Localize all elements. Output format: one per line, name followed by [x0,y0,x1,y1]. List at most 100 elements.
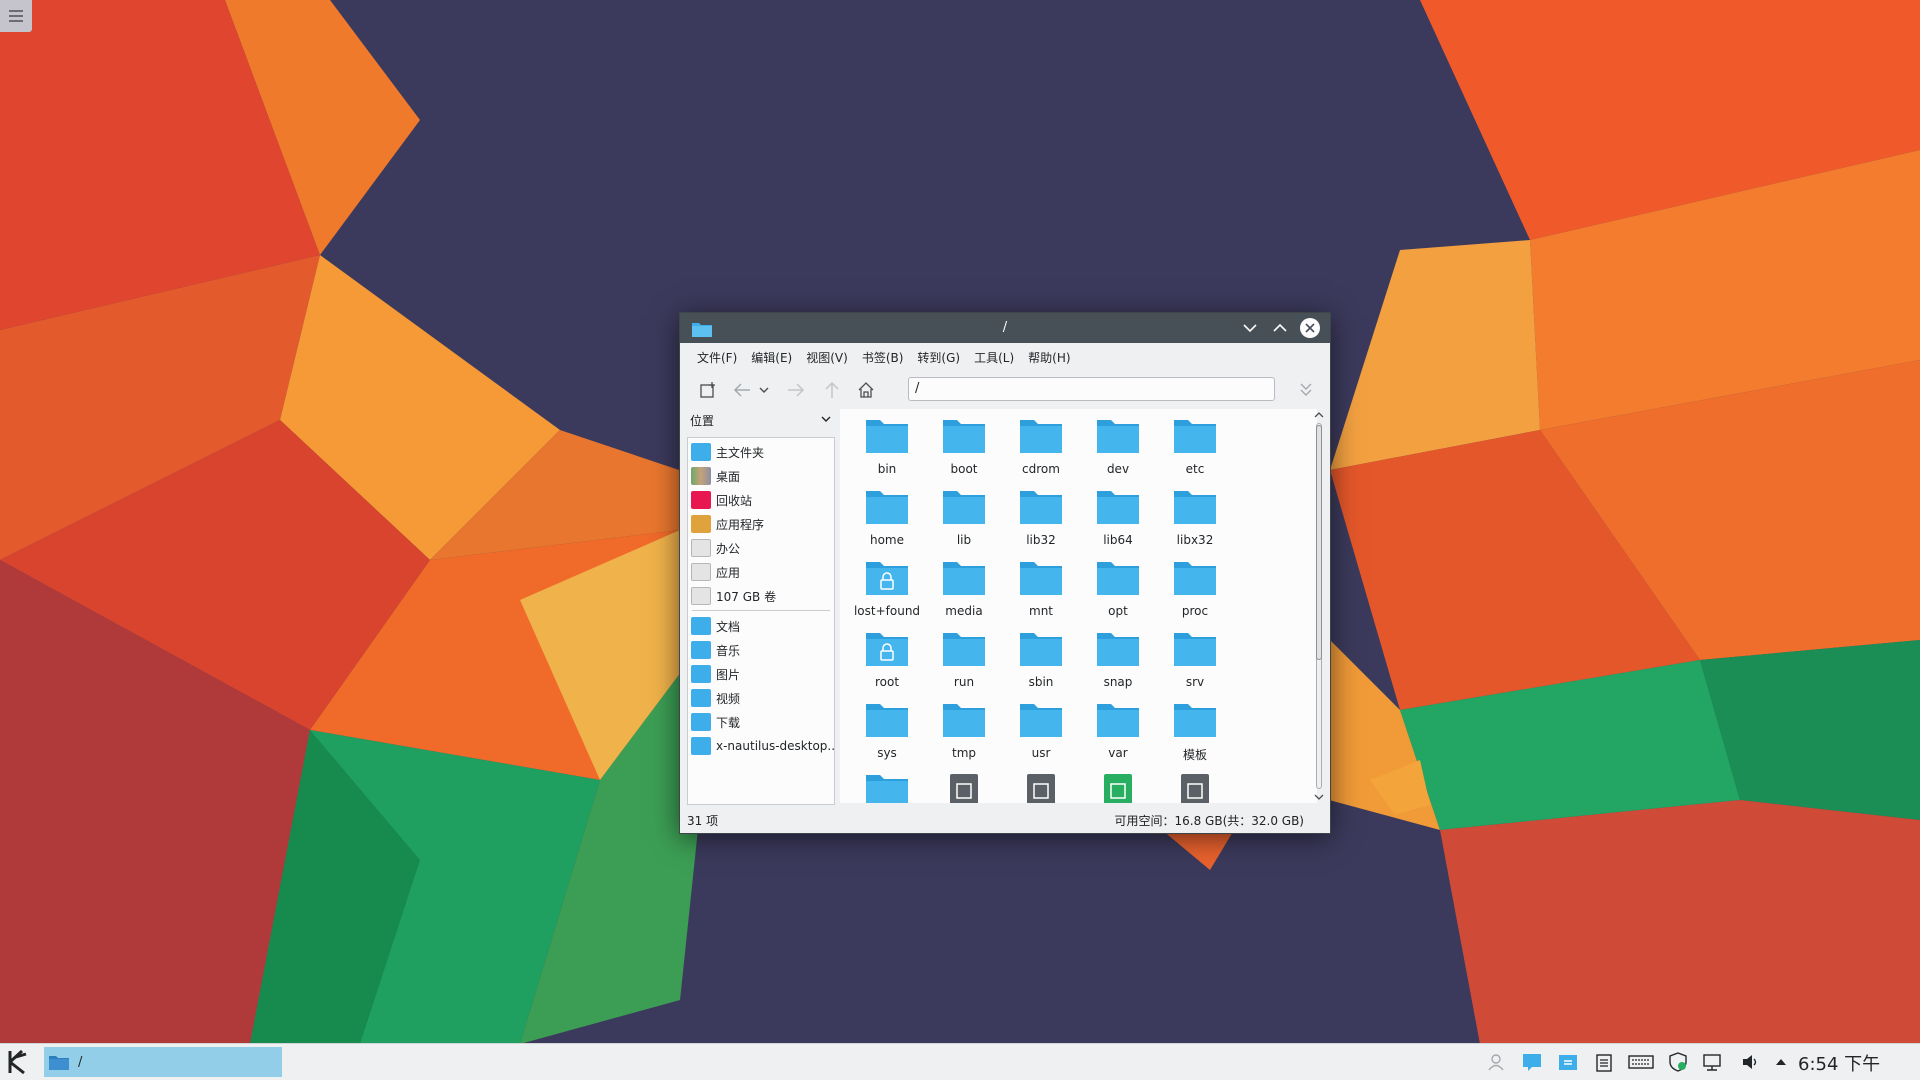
file-item[interactable]: proc [1160,557,1230,618]
file-item[interactable]: 模板 [1160,699,1230,763]
file-item[interactable] [1083,770,1153,803]
file-item[interactable]: sys [852,699,922,760]
place-home[interactable]: 主文件夹 [688,440,834,464]
file-label: sbin [1028,675,1054,689]
go-button[interactable] [1294,378,1318,402]
arrow-left-icon [733,383,750,397]
task-file-manager[interactable]: / [44,1047,282,1077]
file-item[interactable]: mnt [1006,557,1076,618]
arrow-up-icon [825,381,839,398]
security-shield-icon[interactable] [1668,1052,1688,1072]
place-desktop[interactable]: 桌面 [688,464,834,488]
clipboard-icon[interactable] [1594,1052,1614,1072]
file-item[interactable]: sbin [1006,628,1076,689]
menu-file[interactable]: 文件(F) [690,349,744,366]
menu-edit[interactable]: 编辑(E) [744,349,799,366]
status-bar: 31 项 可用空间：16.8 GB(共：32.0 GB) [680,809,1330,833]
title-bar[interactable]: / [680,313,1330,343]
place-label: 桌面 [716,469,741,484]
file-item[interactable]: boot [929,415,999,476]
home-icon [858,382,874,398]
file-item[interactable] [1006,770,1076,803]
file-item[interactable]: lib64 [1083,486,1153,547]
place-videos[interactable]: 视频 [688,686,834,710]
file-item[interactable]: usr [1006,699,1076,760]
arrow-right-icon [788,383,805,397]
up-button[interactable] [820,378,844,402]
file-item[interactable]: run [929,628,999,689]
file-item[interactable] [929,770,999,803]
videos-folder-icon [691,689,711,707]
back-button[interactable] [730,378,754,402]
file-item[interactable]: libx32 [1160,486,1230,547]
file-item[interactable]: lib32 [1006,486,1076,547]
folder-icon [1020,704,1062,737]
menu-help[interactable]: 帮助(H) [1021,349,1077,366]
close-button[interactable] [1300,318,1320,338]
volume-icon[interactable] [1740,1052,1760,1072]
file-label: boot [950,462,978,476]
user-switcher-icon[interactable] [1486,1052,1506,1072]
file-item[interactable]: opt [1083,557,1153,618]
network-folder-icon [691,737,711,755]
place-pictures[interactable]: 图片 [688,662,834,686]
folder-icon [1097,491,1139,524]
scroll-thumb[interactable] [1316,425,1322,660]
menu-bookmarks[interactable]: 书签(B) [855,349,911,366]
file-item[interactable]: lib [929,486,999,547]
maximize-button[interactable] [1270,318,1290,338]
place-nautilus-desktop[interactable]: x-nautilus-desktop... [688,734,834,758]
file-item[interactable]: tmp [929,699,999,760]
file-item[interactable]: srv [1160,628,1230,689]
address-bar[interactable]: / [908,377,1275,401]
menu-go[interactable]: 转到(G) [910,349,967,366]
place-documents[interactable]: 文档 [688,614,834,638]
menu-view[interactable]: 视图(V) [799,349,855,366]
menu-tools[interactable]: 工具(L) [967,349,1021,366]
file-label: libx32 [1176,533,1214,547]
clock[interactable]: 6:54 下午 [1798,1050,1880,1076]
network-icon[interactable] [1702,1052,1722,1072]
file-item[interactable] [852,770,922,803]
close-icon [1305,323,1315,333]
notifications-icon[interactable] [1522,1052,1542,1072]
file-view-scrollbar[interactable] [1313,409,1325,803]
file-item[interactable]: snap [1083,628,1153,689]
desktop-toolbox-button[interactable] [0,0,32,32]
file-item[interactable]: bin [852,415,922,476]
software-updates-icon[interactable] [1558,1052,1578,1072]
file-item[interactable]: lost+found [852,557,922,618]
forward-button[interactable] [784,378,808,402]
file-label: lib32 [1026,533,1056,547]
file-item[interactable]: dev [1083,415,1153,476]
place-apps-volume[interactable]: 应用 [688,560,834,584]
web-link-icon [1027,774,1055,803]
home-button[interactable] [854,378,878,402]
folder-icon [943,704,985,737]
folder-icon [866,491,908,524]
file-item[interactable]: cdrom [1006,415,1076,476]
history-dropdown-button[interactable] [756,378,772,402]
file-item[interactable] [1160,770,1230,803]
expand-tray-icon[interactable] [1774,1052,1788,1072]
file-item[interactable]: root [852,628,922,689]
unknown-file-icon [1181,774,1209,803]
file-item[interactable]: var [1083,699,1153,760]
file-label: run [953,675,975,689]
new-tab-button[interactable] [696,378,720,402]
file-item[interactable]: home [852,486,922,547]
file-label: proc [1181,604,1209,618]
place-trash[interactable]: 回收站 [688,488,834,512]
minimize-button[interactable] [1240,318,1260,338]
place-office[interactable]: 办公 [688,536,834,560]
keyboard-layout-icon[interactable] [1628,1052,1654,1072]
place-downloads[interactable]: 下载 [688,710,834,734]
file-label: home [869,533,905,547]
place-music[interactable]: 音乐 [688,638,834,662]
place-volume-107gb[interactable]: 107 GB 卷 [688,584,834,608]
application-launcher[interactable] [4,1048,32,1076]
place-applications[interactable]: 应用程序 [688,512,834,536]
file-item[interactable]: media [929,557,999,618]
file-item[interactable]: etc [1160,415,1230,476]
places-panel-header[interactable]: 位置 [687,409,837,433]
